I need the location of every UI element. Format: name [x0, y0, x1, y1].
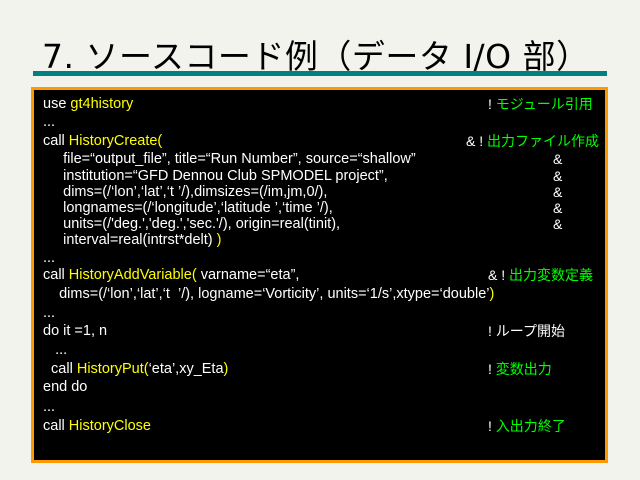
code-text: ...	[43, 342, 68, 358]
code-text: ...	[43, 399, 56, 415]
code-keyword: )	[223, 361, 229, 377]
code-text: varname=“eta”,	[196, 267, 300, 283]
code-text: call	[43, 267, 69, 283]
code-text: institution=“GFD Dennou Club SPMODEL pro…	[43, 168, 388, 184]
continuation-mark: &	[553, 184, 563, 200]
code-text: call	[43, 361, 77, 377]
code-comment: ! 入出力終了	[488, 418, 566, 434]
comment-text: !	[488, 96, 496, 112]
code-line: institution=“GFD Dennou Club SPMODEL pro…	[43, 168, 388, 184]
code-text: file=“output_file”, title=“Run Number”, …	[43, 151, 416, 167]
continuation-mark: &	[553, 151, 563, 167]
continuation-mark: &	[553, 168, 563, 184]
code-comment: ! 変数出力	[488, 361, 552, 377]
code-line: longnames=(/‘longitude’,‘latitude ’,‘tim…	[43, 200, 333, 216]
code-line: call HistoryCreate(	[43, 133, 162, 149]
code-text: longnames=(/‘longitude’,‘latitude ’,‘tim…	[43, 200, 333, 216]
code-text: dims=(/‘lon’,‘lat’,‘t ’/),dimsizes=(/im,…	[43, 184, 328, 200]
code-keyword: HistoryClose	[68, 418, 151, 434]
code-line: ...	[43, 305, 55, 321]
code-line: ...	[43, 399, 55, 415]
code-block: use gt4history! モジュール引用... call HistoryCr…	[31, 87, 608, 463]
code-keyword: gt4history	[70, 96, 134, 112]
comment-text: 入出力終了	[495, 418, 566, 434]
code-text: do it =1, n	[43, 323, 108, 339]
code-line: file=“output_file”, title=“Run Number”, …	[43, 151, 416, 167]
continuation-mark: &	[553, 200, 563, 216]
code-comment: & ! 出力変数定義	[488, 267, 593, 283]
comment-text: !	[488, 418, 496, 434]
comment-text: 出力ファイル作成	[487, 133, 600, 149]
code-line: call HistoryAddVariable( varname=“eta”,	[43, 267, 299, 283]
code-text: ...	[43, 250, 56, 266]
code-comment: & ! 出力ファイル作成	[466, 133, 599, 149]
code-line: end do	[43, 379, 87, 395]
code-line: units=(/'deg.','deg.','sec.'/), origin=r…	[43, 216, 340, 232]
code-line: do it =1, n	[43, 323, 107, 339]
code-text: end do	[43, 379, 88, 395]
code-text: call	[43, 133, 69, 149]
code-keyword: )	[489, 286, 495, 302]
code-text: ...	[43, 114, 56, 130]
code-line: call HistoryClose	[43, 418, 151, 434]
code-keyword: HistoryCreate(	[68, 133, 163, 149]
code-line: dims=(/‘lon’,‘lat’,‘t ’/),dimsizes=(/im,…	[43, 184, 327, 200]
code-text: interval=real(intrst*delt)	[43, 232, 217, 248]
code-line: ...	[43, 250, 55, 266]
code-text: dims=(/‘lon’,‘lat’,‘t ’/), logname=‘Vort…	[43, 286, 490, 302]
comment-text: !	[488, 361, 496, 377]
title-underline	[33, 71, 607, 76]
continuation-mark: &	[553, 216, 563, 232]
code-keyword: HistoryAddVariable(	[68, 267, 197, 283]
code-text: ‘eta’,xy_Eta	[148, 361, 224, 377]
code-text: use	[43, 96, 71, 112]
code-text: call	[43, 418, 69, 434]
comment-text: !	[488, 323, 496, 339]
comment-text: モジュール引用	[495, 96, 593, 112]
code-line: dims=(/‘lon’,‘lat’,‘t ’/), logname=‘Vort…	[43, 286, 494, 302]
code-keyword: )	[216, 232, 222, 248]
comment-text: ループ開始	[495, 323, 565, 339]
code-text: units=(/'deg.','deg.','sec.'/), origin=r…	[43, 216, 341, 232]
code-line: interval=real(intrst*delt) )	[43, 232, 222, 248]
code-comment: ! モジュール引用	[488, 96, 593, 112]
code-keyword: HistoryPut(	[76, 361, 149, 377]
code-line: use gt4history	[43, 96, 133, 112]
code-comment: ! ループ開始	[488, 323, 565, 339]
code-line: call HistoryPut(‘eta’,xy_Eta)	[43, 361, 228, 377]
code-text: ...	[43, 305, 56, 321]
code-line: ...	[43, 342, 67, 358]
comment-text: & !	[466, 133, 488, 149]
comment-text: 変数出力	[495, 361, 552, 377]
code-line: ...	[43, 114, 55, 130]
comment-text: & !	[488, 267, 510, 283]
comment-text: 出力変数定義	[509, 267, 594, 283]
